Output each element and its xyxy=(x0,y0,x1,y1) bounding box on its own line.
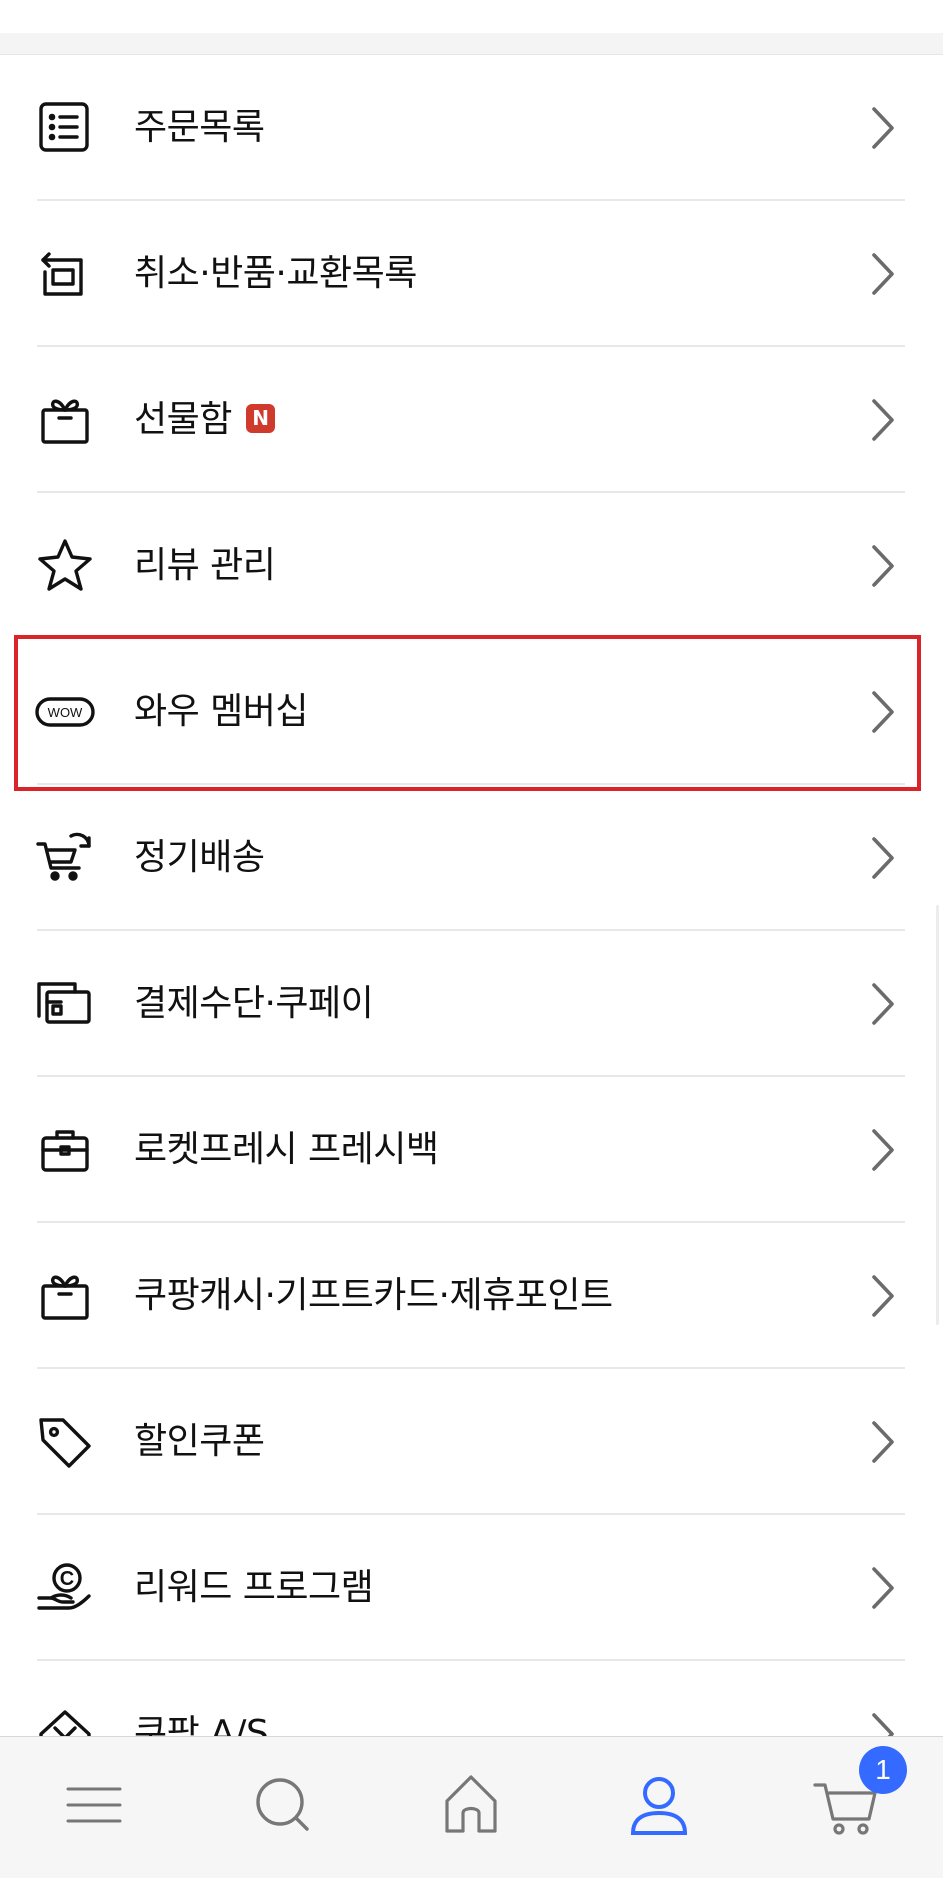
chevron-right-icon xyxy=(862,1563,902,1613)
scrollbar[interactable] xyxy=(936,905,939,1325)
chevron-right-icon xyxy=(862,395,902,445)
chevron-right-icon xyxy=(862,103,902,153)
menu-item-order-list[interactable]: 주문목록 xyxy=(0,55,943,201)
menu-item-reward-program[interactable]: C 리워드 프로그램 xyxy=(0,1515,943,1661)
menu-item-coupang-cash-giftcard[interactable]: 쿠팡캐시·기프트카드·제휴포인트 xyxy=(0,1223,943,1369)
star-icon xyxy=(35,536,95,596)
chevron-right-icon xyxy=(862,541,902,591)
tab-home[interactable] xyxy=(431,1765,511,1845)
wallet-card-icon xyxy=(35,974,95,1034)
menu-item-label: 쿠팡캐시·기프트카드·제휴포인트 xyxy=(134,1275,613,1316)
menu-item-wow-membership[interactable]: WOW 와우 멤버십 xyxy=(0,639,943,785)
wow-badge-icon: WOW xyxy=(35,682,95,742)
menu-item-label-text: 선물함 xyxy=(134,399,232,440)
my-page-menu-list: 주문목록 취소·반품·교환목록 선물함 N 리뷰 관리 WOW 와우 멤버십 정… xyxy=(0,55,943,1807)
user-icon xyxy=(630,1777,688,1835)
menu-item-discount-coupon[interactable]: 할인쿠폰 xyxy=(0,1369,943,1515)
home-icon xyxy=(445,1775,497,1833)
hamburger-menu-icon xyxy=(66,1787,122,1823)
chevron-right-icon xyxy=(862,687,902,737)
menu-item-label: 정기배송 xyxy=(134,837,265,878)
menu-item-label: 로켓프레시 프레시백 xyxy=(134,1129,439,1170)
wow-icon-text: WOW xyxy=(48,705,83,720)
menu-item-label: 와우 멤버십 xyxy=(134,691,309,732)
menu-item-payment-method[interactable]: 결제수단·쿠페이 xyxy=(0,931,943,1077)
menu-item-label: 리뷰 관리 xyxy=(134,545,276,586)
tab-my-coupang[interactable] xyxy=(619,1765,699,1845)
menu-item-review-management[interactable]: 리뷰 관리 xyxy=(0,493,943,639)
chevron-right-icon xyxy=(862,979,902,1029)
chevron-right-icon xyxy=(862,1417,902,1467)
menu-item-subscription-delivery[interactable]: 정기배송 xyxy=(0,785,943,931)
menu-item-label: 결제수단·쿠페이 xyxy=(134,983,374,1024)
menu-item-label: 리워드 프로그램 xyxy=(134,1567,374,1608)
tab-search[interactable] xyxy=(243,1765,323,1845)
new-badge: N xyxy=(245,403,275,433)
gift-box-icon xyxy=(35,390,95,450)
menu-item-label: 취소·반품·교환목록 xyxy=(134,253,417,294)
menu-item-gift-box[interactable]: 선물함 N xyxy=(0,347,943,493)
chevron-right-icon xyxy=(862,1125,902,1175)
menu-item-rocket-fresh-bag[interactable]: 로켓프레시 프레시백 xyxy=(0,1077,943,1223)
section-separator xyxy=(0,33,943,55)
search-icon xyxy=(256,1778,309,1831)
menu-item-label: 선물함 N xyxy=(134,347,275,493)
coin-symbol: C xyxy=(60,1568,74,1590)
tag-icon xyxy=(35,1412,95,1472)
tab-menu[interactable] xyxy=(54,1765,134,1845)
menu-item-label: 주문목록 xyxy=(134,107,265,148)
menu-item-label: 할인쿠폰 xyxy=(134,1421,265,1462)
subscription-cart-icon xyxy=(35,828,95,888)
cart-count-badge: 1 xyxy=(859,1746,907,1794)
return-box-icon xyxy=(35,244,95,304)
menu-item-cancel-return-exchange[interactable]: 취소·반품·교환목록 xyxy=(0,201,943,347)
fresh-bag-icon xyxy=(35,1120,95,1180)
order-list-icon xyxy=(35,98,95,158)
chevron-right-icon xyxy=(862,249,902,299)
gift-card-icon xyxy=(35,1266,95,1326)
chevron-right-icon xyxy=(862,833,902,883)
chevron-right-icon xyxy=(862,1271,902,1321)
top-blank-area xyxy=(0,0,943,33)
bottom-tab-bar xyxy=(0,1736,943,1878)
reward-hand-coin-icon: C xyxy=(35,1558,95,1618)
